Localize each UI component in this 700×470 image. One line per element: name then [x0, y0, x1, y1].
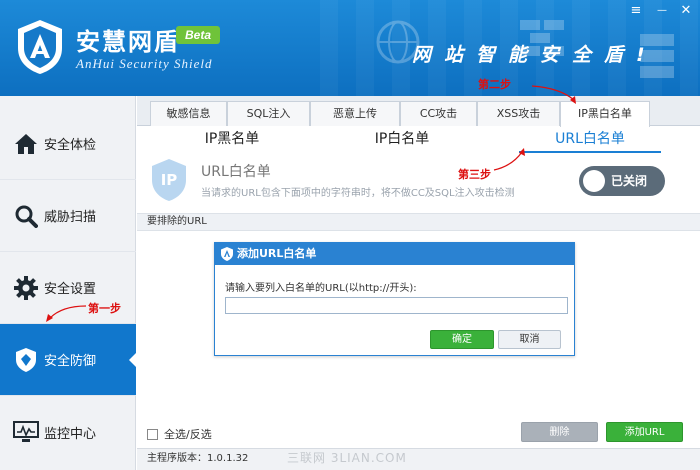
dialog-shield-icon: [221, 247, 233, 261]
step-two-arrow-icon: [531, 85, 576, 104]
cancel-button[interactable]: 取消: [498, 330, 561, 349]
sidebar: 安全体检 威胁扫描 安全设置 安全防御 监控中心: [0, 96, 137, 470]
sidebar-item-label: 威胁扫描: [44, 210, 97, 225]
menu-icon[interactable]: ≡: [628, 4, 644, 18]
tab-sensitive-info[interactable]: 敏感信息: [150, 101, 227, 126]
tab-malicious-upload[interactable]: 恶意上传: [310, 101, 400, 126]
dialog-prompt: 请输入要列入白名单的URL(以http://开头):: [225, 283, 417, 294]
app-logo-shield-icon: [18, 20, 62, 74]
gear-icon: [12, 274, 40, 302]
header-slogan: 网站智能安全盾!: [412, 44, 658, 66]
toggle-label: 已关闭: [611, 174, 648, 188]
magnifier-icon: [12, 202, 40, 230]
step-two-annotation: 第二步: [478, 78, 511, 91]
version-text: 主程序版本：1.0.1.32: [147, 453, 249, 464]
sidebar-item-security-defense[interactable]: 安全防御: [0, 324, 137, 396]
sidebar-item-label: 安全防御: [44, 354, 97, 369]
url-whitelist-description: 当请求的URL包含下面项中的字符串时，将不做CC及SQL注入攻击检测: [201, 188, 515, 199]
dialog-title-bar: 添加URL白名单: [215, 243, 574, 265]
select-all-checkbox[interactable]: [147, 428, 158, 440]
step-one-annotation: 第一步: [88, 302, 121, 315]
app-header: 安慧网盾 Beta AnHui Security Shield 网站智能安全盾!…: [0, 0, 700, 96]
url-whitelist-title: URL白名单: [201, 164, 271, 180]
step-three-arrow-icon: [493, 148, 525, 171]
sidebar-item-health-check[interactable]: 安全体检: [0, 108, 136, 180]
add-url-whitelist-dialog: 添加URL白名单 请输入要列入白名单的URL(以http://开头): 确定 取…: [214, 242, 575, 356]
url-whitelist-toggle[interactable]: 已关闭: [579, 166, 665, 196]
subtab-ip-whitelist[interactable]: IP白名单: [337, 127, 467, 153]
tab-bar: 敏感信息 SQL注入 恶意上传 CC攻击 XSS攻击 IP黑白名单: [137, 96, 700, 127]
subtab-bar: IP黑名单 IP白名单 URL白名单: [137, 127, 700, 153]
step-three-annotation: 第三步: [458, 168, 491, 181]
sidebar-item-label: 监控中心: [44, 426, 97, 442]
subtab-url-whitelist[interactable]: URL白名单: [519, 127, 661, 153]
sidebar-item-label: 安全体检: [44, 138, 97, 153]
excluded-url-list-header: 要排除的URL: [137, 213, 700, 231]
ip-shield-icon: IP: [151, 158, 187, 202]
select-all-label: 全选/反选: [164, 428, 212, 441]
sidebar-item-threat-scan[interactable]: 威胁扫描: [0, 180, 136, 252]
app-title: 安慧网盾: [76, 28, 180, 56]
confirm-button[interactable]: 确定: [430, 330, 494, 349]
status-bar: 主程序版本：1.0.1.32: [137, 448, 700, 470]
sidebar-item-label: 安全设置: [44, 282, 97, 297]
shield-icon: [12, 346, 40, 374]
delete-button[interactable]: 删除: [521, 422, 598, 442]
app-subtitle: AnHui Security Shield: [76, 56, 213, 71]
dialog-title: 添加URL白名单: [237, 247, 317, 260]
subtab-ip-blacklist[interactable]: IP黑名单: [167, 127, 297, 153]
step-one-arrow-icon: [46, 305, 87, 322]
add-url-button[interactable]: 添加URL: [606, 422, 683, 442]
tab-cc-attack[interactable]: CC攻击: [400, 101, 477, 126]
url-whitelist-panel: IP URL白名单 当请求的URL包含下面项中的字符串时，将不做CC及SQL注入…: [137, 154, 700, 212]
monitor-icon: [12, 418, 40, 446]
minimize-button[interactable]: —: [654, 4, 670, 18]
tab-sql-injection[interactable]: SQL注入: [227, 101, 310, 126]
watermark: 三联网 3LIAN.COM: [287, 451, 407, 465]
home-icon: [12, 130, 40, 158]
main-panel: 敏感信息 SQL注入 恶意上传 CC攻击 XSS攻击 IP黑白名单 IP黑名单 …: [137, 96, 700, 470]
ip-icon-text: IP: [161, 171, 178, 189]
sidebar-item-monitor-center[interactable]: 监控中心: [0, 396, 136, 468]
url-input[interactable]: [225, 297, 568, 314]
beta-badge: Beta: [176, 26, 220, 44]
select-all-control[interactable]: 全选/反选: [147, 426, 212, 442]
close-button[interactable]: ✕: [678, 4, 694, 18]
toggle-knob: [583, 170, 605, 192]
